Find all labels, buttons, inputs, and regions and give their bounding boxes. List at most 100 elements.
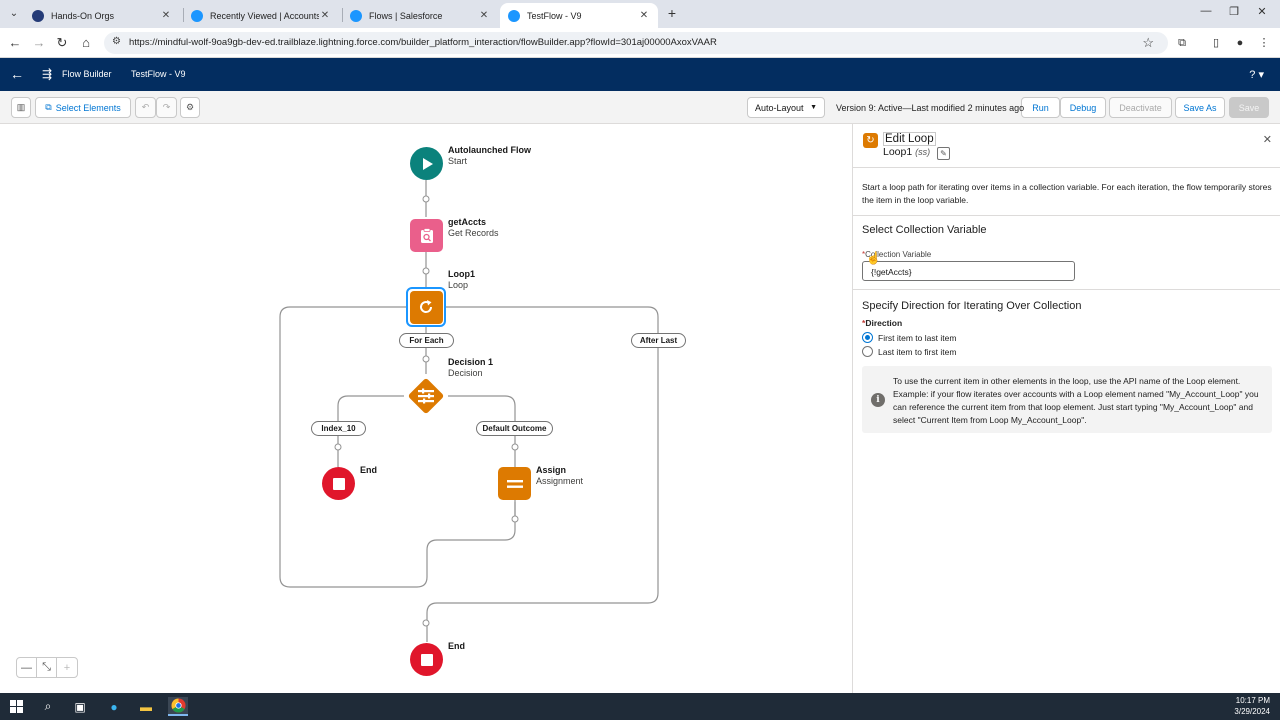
layout-value: Auto-Layout <box>755 102 804 113</box>
collection-variable-input[interactable]: {!getAccts} <box>862 261 1075 281</box>
tab-search-icon[interactable]: ⌄ <box>6 6 22 22</box>
save-button[interactable]: Save <box>1229 97 1269 118</box>
forward-icon[interactable]: → <box>30 34 48 52</box>
panel-toggle-icon: ▥ <box>16 102 26 112</box>
info-icon: i <box>871 393 885 407</box>
minimize-icon[interactable]: — <box>1198 5 1214 17</box>
loop-type: Loop <box>448 280 469 290</box>
decision-title: Decision 1 <box>448 357 494 367</box>
fit-to-view-icon[interactable]: ⤡ <box>37 658 57 677</box>
windows-start-icon[interactable] <box>6 697 26 716</box>
browser-tab-hands-on-orgs[interactable]: Hands-On Orgs ✕ <box>24 3 180 28</box>
panel-api-name: Loop1 (ss) <box>883 146 930 158</box>
panel-description: Start a loop path for iterating over ite… <box>862 182 1272 205</box>
close-tab-icon[interactable]: ✕ <box>478 10 490 21</box>
get-records-label: getAccts Get Records <box>448 217 499 239</box>
browser-tab-recently-viewed[interactable]: Recently Viewed | Accounts | S ✕ <box>183 3 339 28</box>
close-tab-icon[interactable]: ✕ <box>319 10 331 21</box>
close-tab-icon[interactable]: ✕ <box>638 10 650 21</box>
side-panel-icon[interactable]: ▯ <box>1208 35 1224 51</box>
chrome-logo-icon <box>170 698 186 713</box>
panel-title: Edit Loop <box>883 132 936 146</box>
profile-avatar-icon[interactable]: ● <box>1232 35 1248 51</box>
search-icon[interactable]: ⌕ <box>38 697 58 716</box>
toggle-toolbox-button[interactable]: ▥ <box>11 97 31 118</box>
home-icon[interactable]: ⌂ <box>77 34 95 52</box>
help-icon: ? <box>1249 69 1256 81</box>
file-explorer-icon[interactable]: ▬ <box>136 697 156 716</box>
radio-selected-icon[interactable] <box>862 332 873 343</box>
api-name-text: Loop1 <box>883 146 913 158</box>
zoom-in-icon[interactable]: + <box>57 658 77 677</box>
deactivate-button[interactable]: Deactivate <box>1109 97 1172 118</box>
save-as-label: Save As <box>1183 102 1217 113</box>
run-button[interactable]: Run <box>1021 97 1060 118</box>
new-tab-icon[interactable]: + <box>664 5 680 21</box>
task-view-icon[interactable]: ▣ <box>70 697 90 716</box>
layout-select[interactable]: Auto-Layout ▼ <box>747 97 825 118</box>
browser-tab-testflow[interactable]: TestFlow - V9 ✕ <box>500 3 658 28</box>
chevron-down-icon: ▼ <box>810 104 817 111</box>
api-name-suffix: (ss) <box>915 147 931 157</box>
outcome-index-10-text: Index_10 <box>321 424 356 433</box>
close-panel-icon[interactable]: ✕ <box>1263 133 1272 146</box>
bookmark-star-icon[interactable]: ☆ <box>1142 35 1154 51</box>
collection-section-title: Select Collection Variable <box>862 224 987 236</box>
assignment-node[interactable] <box>498 467 531 500</box>
flow-builder-header: ← ⇶ Flow Builder TestFlow - V9 ? ▾ <box>0 58 1280 91</box>
outcome-default-text: Default Outcome <box>482 424 547 433</box>
browser-tab-flows[interactable]: Flows | Salesforce ✕ <box>342 3 498 28</box>
extensions-icon[interactable]: ⧉ <box>1174 35 1190 51</box>
debug-button[interactable]: Debug <box>1060 97 1106 118</box>
get-records-type: Get Records <box>448 228 499 238</box>
outcome-index-10-label[interactable]: Index_10 <box>311 421 366 436</box>
close-tab-icon[interactable]: ✕ <box>160 10 172 21</box>
select-elements-button[interactable]: ⧉ Select Elements <box>35 97 131 118</box>
zoom-out-icon[interactable]: — <box>17 658 37 677</box>
edge-browser-icon[interactable]: ● <box>104 697 124 716</box>
browser-menu-icon[interactable]: ⋮ <box>1256 35 1272 51</box>
assignment-title: Assign <box>536 465 567 475</box>
assignment-icon <box>506 479 523 488</box>
loop-node[interactable] <box>406 287 446 327</box>
decision-type: Decision <box>448 368 483 378</box>
start-node[interactable] <box>410 147 443 180</box>
radio-first-to-last[interactable]: First item to last item <box>862 332 956 343</box>
start-type: Start <box>448 156 468 166</box>
end-inner-label: End <box>360 465 377 476</box>
site-info-icon[interactable]: ⚙ <box>112 36 121 47</box>
stop-icon <box>420 653 433 666</box>
after-last-path-label[interactable]: After Last <box>631 333 686 348</box>
flow-canvas[interactable]: Autolaunched Flow Start getAccts Get Rec… <box>0 124 852 693</box>
radio-last-to-first[interactable]: Last item to first item <box>862 346 956 357</box>
undo-button[interactable]: ↶ <box>135 97 156 118</box>
back-icon[interactable]: ← <box>6 34 24 52</box>
browser-tab-bar: ⌄ Hands-On Orgs ✕ Recently Viewed | Acco… <box>0 0 1280 28</box>
start-node-label: Autolaunched Flow Start <box>448 145 531 167</box>
for-each-path-label[interactable]: For Each <box>399 333 454 348</box>
redo-button[interactable]: ↷ <box>156 97 177 118</box>
settings-button[interactable]: ⚙ <box>180 97 200 118</box>
reload-icon[interactable]: ↻ <box>53 34 71 52</box>
end-node-inner[interactable] <box>322 467 355 500</box>
panel-divider <box>853 289 1280 290</box>
restore-icon[interactable]: ❐ <box>1226 5 1242 18</box>
record-lookup-icon <box>420 227 433 243</box>
outcome-default-label[interactable]: Default Outcome <box>476 421 553 436</box>
radio-unselected-icon[interactable] <box>862 346 873 357</box>
edit-pencil-icon[interactable]: ✎ <box>937 147 950 160</box>
end-node-outer[interactable] <box>410 643 443 676</box>
decision-node[interactable] <box>404 374 448 418</box>
get-records-node[interactable] <box>410 219 443 252</box>
url-field[interactable]: ⚙ https://mindful-wolf-9oa9gb-dev-ed.tra… <box>104 32 1168 54</box>
system-clock[interactable]: 10:17 PM 3/29/2024 <box>1234 695 1270 717</box>
tab-title: Hands-On Orgs <box>51 10 115 21</box>
help-menu[interactable]: ? ▾ <box>1249 68 1264 81</box>
back-arrow-icon[interactable]: ← <box>10 66 24 82</box>
tab-title: Flows | Salesforce <box>369 10 443 21</box>
trailhead-favicon-icon <box>32 9 44 22</box>
gear-icon: ⚙ <box>185 102 195 112</box>
chrome-browser-icon[interactable] <box>168 697 188 716</box>
save-as-button[interactable]: Save As <box>1175 97 1225 118</box>
close-window-icon[interactable]: ✕ <box>1254 5 1270 18</box>
